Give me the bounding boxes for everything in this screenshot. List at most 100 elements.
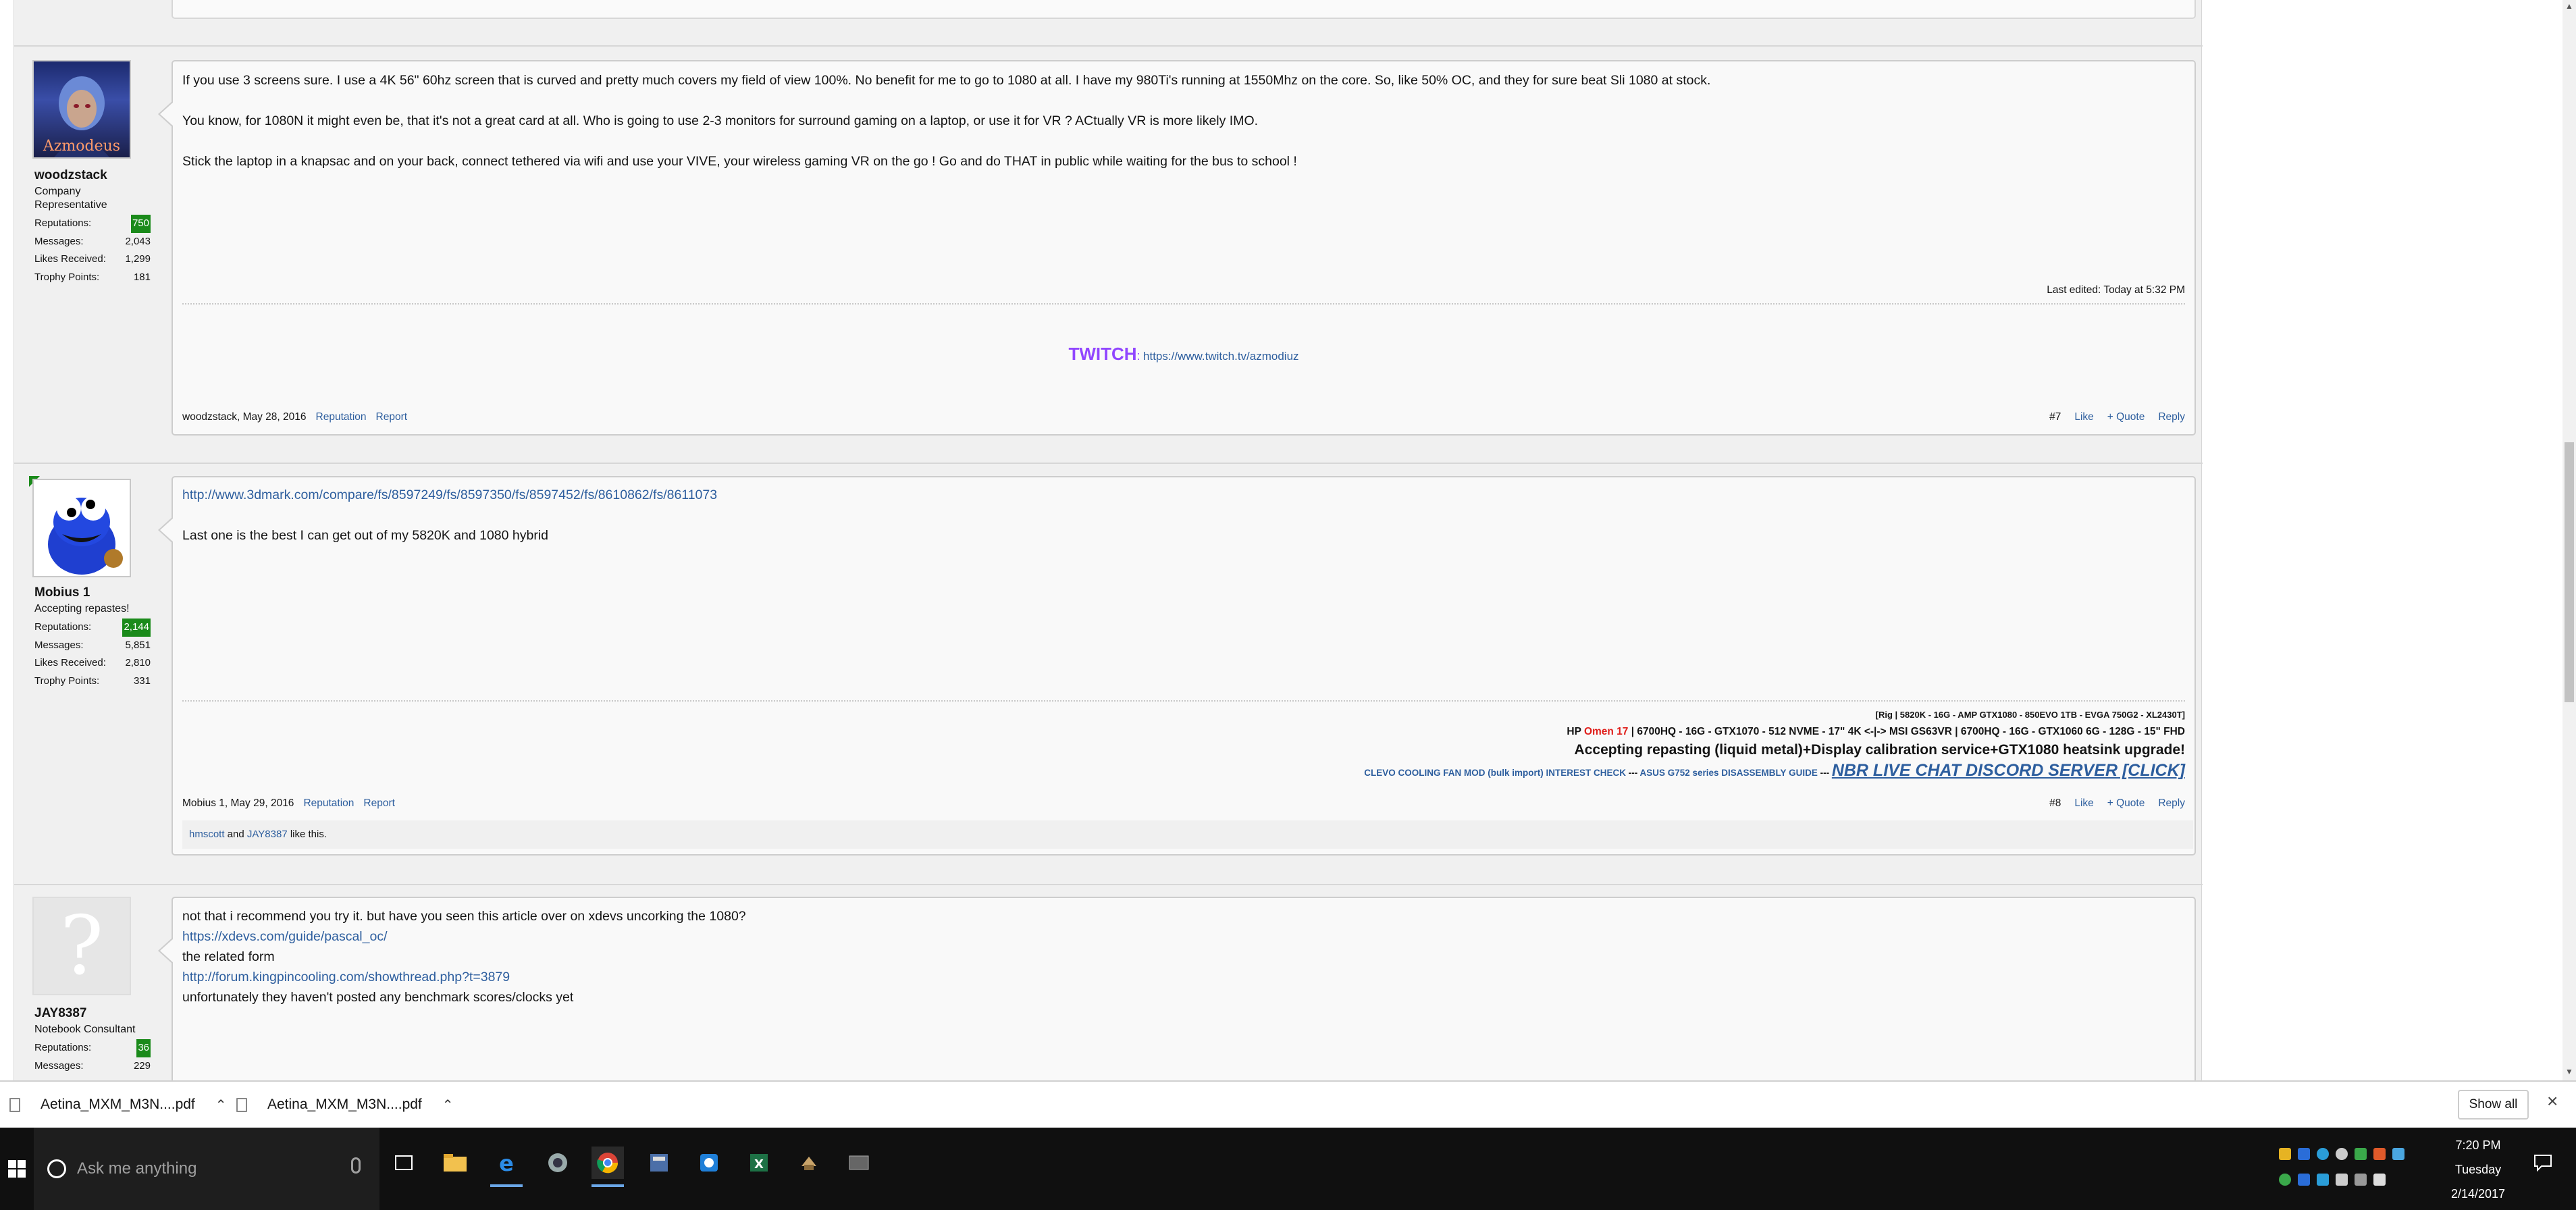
- quote-button[interactable]: + Quote: [2107, 797, 2145, 809]
- tray-icon[interactable]: [2373, 1148, 2386, 1160]
- scroll-up-icon[interactable]: ▲: [2565, 1, 2573, 11]
- post-number[interactable]: #8: [2049, 797, 2061, 809]
- asus-guide-link[interactable]: ASUS G752 series DISASSEMBLY GUIDE: [1639, 768, 1817, 778]
- report-link[interactable]: Report: [363, 797, 395, 809]
- sig-separator: ---: [1625, 768, 1640, 778]
- post-9: ? JAY8387 Notebook Consultant Reputation…: [14, 897, 2203, 1080]
- download-item[interactable]: Aetina_MXM_M3N....pdf ⌃: [9, 1082, 227, 1128]
- cortana-search-box[interactable]: Ask me anything: [34, 1128, 379, 1210]
- reputation-badge: 750: [130, 215, 151, 233]
- liker-link[interactable]: hmscott: [189, 828, 225, 840]
- default-avatar-icon: ?: [60, 899, 103, 993]
- tray-icon[interactable]: [2392, 1148, 2404, 1160]
- scroll-down-icon[interactable]: ▼: [2565, 1067, 2573, 1076]
- system-tray: [2279, 1148, 2404, 1160]
- avatar[interactable]: [32, 479, 131, 577]
- app-icon[interactable]: [843, 1147, 875, 1179]
- author-date[interactable]: woodzstack, May 28, 2016: [182, 411, 307, 423]
- search-placeholder: Ask me anything: [77, 1159, 197, 1178]
- avatar[interactable]: ?: [32, 897, 131, 995]
- like-button[interactable]: Like: [2074, 411, 2093, 423]
- start-button[interactable]: [0, 1128, 34, 1210]
- message-paragraph: If you use 3 screens sure. I use a 4K 56…: [182, 73, 1711, 88]
- download-item[interactable]: Aetina_MXM_M3N....pdf ⌃: [236, 1082, 454, 1128]
- message-line: unfortunately they haven't posted any be…: [182, 990, 574, 1005]
- app-icon[interactable]: [542, 1147, 574, 1179]
- stat-value: 5,851: [125, 639, 151, 651]
- task-view-icon[interactable]: [388, 1147, 420, 1179]
- clock-day: Tuesday: [2454, 1163, 2502, 1176]
- user-stats: Reputations: 2,144 Messages: 5,851 Likes R…: [34, 619, 151, 690]
- message-line: the related form: [182, 949, 275, 964]
- avatar[interactable]: Azmodeus: [32, 60, 131, 159]
- avatar-image-icon: [34, 480, 130, 576]
- post-number[interactable]: #7: [2049, 411, 2061, 423]
- app-icon[interactable]: [693, 1147, 725, 1179]
- calculator-icon[interactable]: [643, 1147, 675, 1179]
- tray-icon[interactable]: [2279, 1148, 2291, 1160]
- stat-value: 181: [133, 271, 151, 283]
- svg-text:?: ?: [60, 899, 103, 993]
- chrome-icon[interactable]: [592, 1147, 624, 1187]
- internet-explorer-icon[interactable]: e: [490, 1147, 523, 1187]
- tray-icon[interactable]: [2298, 1174, 2310, 1186]
- message-paragraph: Last one is the best I can get out of my…: [182, 528, 549, 543]
- network-icon[interactable]: [2336, 1174, 2348, 1186]
- battery-icon[interactable]: [2355, 1174, 2367, 1186]
- signature-laptops: HP Omen 17 | 6700HQ - 16G - GTX1070 - 51…: [1567, 726, 2185, 738]
- user-title-line1: Notebook Consultant: [34, 1024, 136, 1035]
- bubble-pointer: [158, 517, 174, 544]
- twitch-link[interactable]: https://www.twitch.tv/azmodiuz: [1143, 350, 1299, 363]
- author-date[interactable]: Mobius 1, May 29, 2016: [182, 797, 294, 809]
- message-body: http://www.3dmark.com/compare/fs/8597249…: [182, 487, 717, 544]
- likes-suffix: like this.: [287, 828, 327, 840]
- stat-label: Reputations:: [34, 1042, 92, 1053]
- tray-icon[interactable]: [2317, 1148, 2329, 1160]
- vertical-scrollbar[interactable]: ▲ ▼: [2562, 0, 2576, 1080]
- app-icon[interactable]: [793, 1147, 825, 1179]
- chevron-up-icon[interactable]: ⌃: [442, 1097, 454, 1113]
- reply-button[interactable]: Reply: [2158, 797, 2185, 809]
- discord-server-link[interactable]: NBR LIVE CHAT DISCORD SERVER [CLICK]: [1832, 761, 2185, 780]
- reputation-link[interactable]: Reputation: [303, 797, 354, 809]
- tray-icon[interactable]: [2317, 1174, 2329, 1186]
- tray-icon[interactable]: [2355, 1148, 2367, 1160]
- cloud-icon[interactable]: [2336, 1148, 2348, 1160]
- quote-button[interactable]: + Quote: [2107, 411, 2145, 423]
- clevo-fan-mod-link[interactable]: CLEVO COOLING FAN MOD (bulk import) INTE…: [1364, 768, 1626, 778]
- signature-links: CLEVO COOLING FAN MOD (bulk import) INTE…: [1364, 761, 2185, 781]
- action-center-icon[interactable]: [2527, 1147, 2559, 1179]
- kingpin-link[interactable]: http://forum.kingpincooling.com/showthre…: [182, 970, 510, 984]
- show-all-button[interactable]: Show all: [2458, 1090, 2529, 1120]
- like-button[interactable]: Like: [2074, 797, 2093, 809]
- post-separator: [14, 463, 2203, 464]
- close-icon[interactable]: ×: [2547, 1090, 2558, 1112]
- twitch-label: TWITCH: [1068, 344, 1137, 364]
- download-filename: Aetina_MXM_M3N....pdf: [267, 1097, 422, 1112]
- excel-icon[interactable]: X: [743, 1147, 775, 1179]
- liker-link[interactable]: JAY8387: [247, 828, 288, 840]
- microphone-icon[interactable]: [351, 1157, 361, 1174]
- xdevs-link[interactable]: https://xdevs.com/guide/pascal_oc/: [182, 929, 388, 944]
- svg-text:X: X: [754, 1157, 764, 1172]
- clock-time: 7:20 PM: [2455, 1138, 2501, 1152]
- post-separator: [14, 884, 2203, 885]
- tray-icon[interactable]: [2279, 1174, 2291, 1186]
- windows-taskbar: Ask me anything e X 7:20 PM Tuesday 2/14…: [0, 1128, 2576, 1210]
- clock[interactable]: 7:20 PM Tuesday 2/14/2017: [2444, 1128, 2512, 1210]
- username[interactable]: JAY8387: [34, 1006, 86, 1021]
- scrollbar-thumb[interactable]: [2565, 442, 2574, 702]
- reputation-link[interactable]: Reputation: [316, 411, 367, 423]
- chevron-up-icon[interactable]: ⌃: [215, 1097, 227, 1113]
- volume-icon[interactable]: [2373, 1174, 2386, 1186]
- file-explorer-icon[interactable]: [439, 1147, 471, 1179]
- reply-button[interactable]: Reply: [2158, 411, 2185, 423]
- stat-value: 2,810: [125, 657, 151, 668]
- username[interactable]: Mobius 1: [34, 585, 90, 600]
- username[interactable]: woodzstack: [34, 168, 107, 183]
- report-link[interactable]: Report: [376, 411, 408, 423]
- tray-icon[interactable]: [2298, 1148, 2310, 1160]
- stat-value: 2,043: [125, 235, 151, 247]
- 3dmark-link[interactable]: http://www.3dmark.com/compare/fs/8597249…: [182, 488, 717, 502]
- stat-label: Reputations:: [34, 621, 92, 633]
